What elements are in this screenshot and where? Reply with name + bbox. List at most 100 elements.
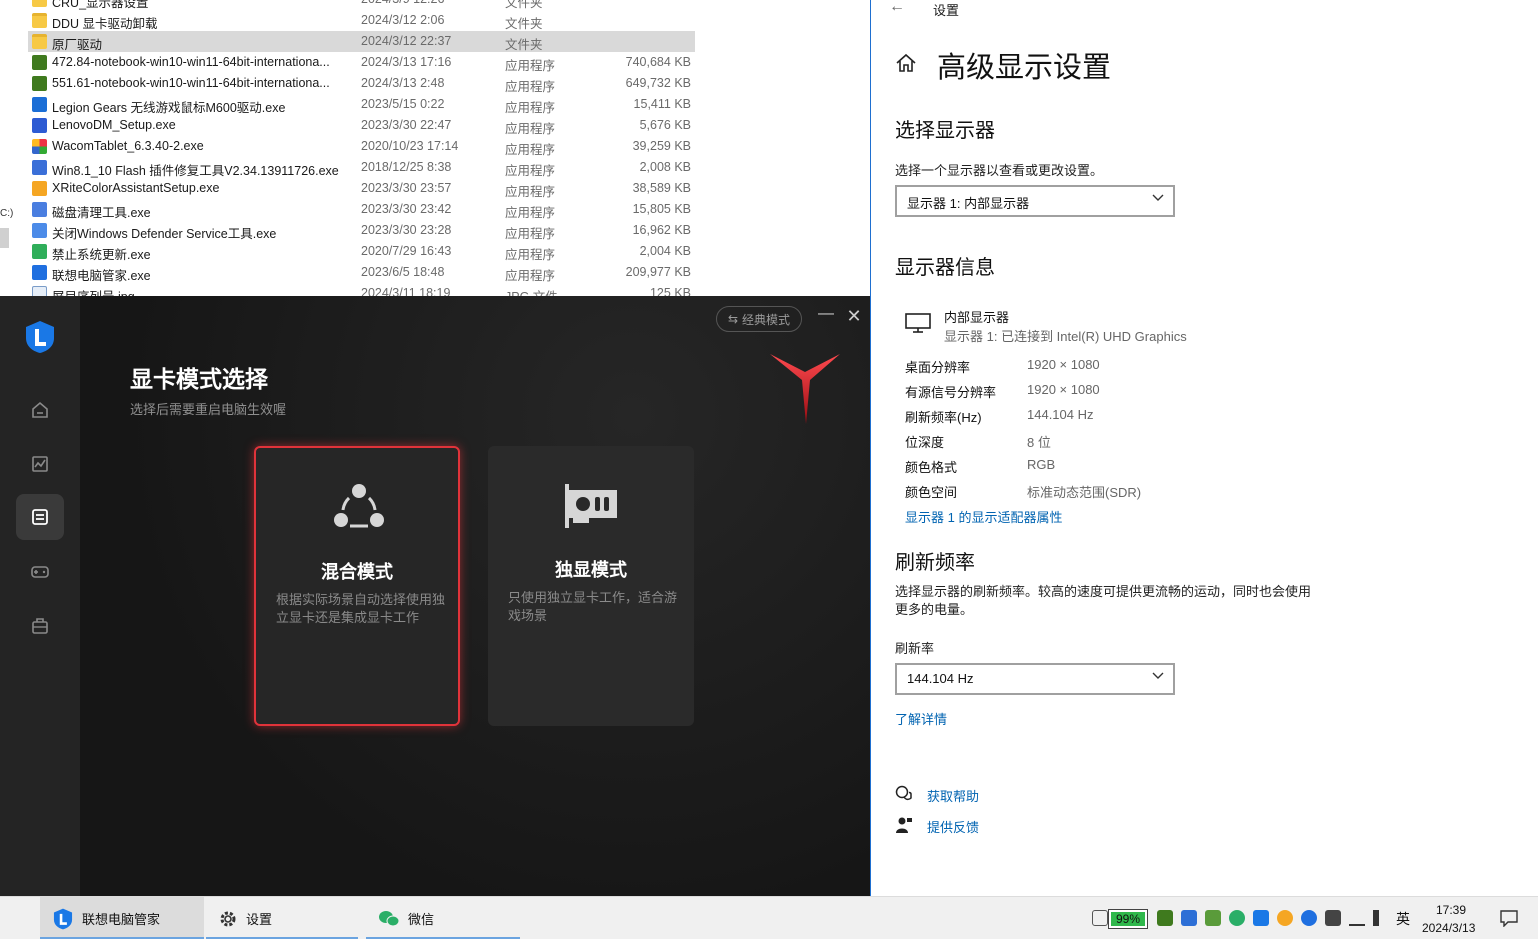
adapter-properties-link[interactable]: 显示器 1 的显示适配器属性 bbox=[905, 507, 1062, 526]
battery-tray-icon[interactable] bbox=[1325, 910, 1341, 926]
back-button[interactable]: ← bbox=[889, 0, 905, 16]
update-block-icon bbox=[32, 244, 47, 259]
file-row[interactable]: 472.84-notebook-win10-win11-64bit-intern… bbox=[28, 52, 695, 73]
help-chat-icon bbox=[895, 785, 912, 801]
monitor-tray-icon[interactable] bbox=[1205, 910, 1221, 926]
chevron-down-icon bbox=[1152, 672, 1164, 679]
settings-app-title: 设置 bbox=[933, 3, 960, 18]
file-type: 应用程序 bbox=[505, 101, 556, 115]
lenovo-manager-icon bbox=[53, 908, 73, 929]
file-row[interactable]: Win8.1_10 Flash 插件修复工具V2.34.13911726.exe… bbox=[28, 157, 695, 178]
clock-date[interactable]: 2024/3/13 bbox=[1422, 921, 1475, 935]
nav-pane-scrollbar[interactable] bbox=[0, 228, 9, 248]
display-info-heading: 显示器信息 bbox=[895, 257, 995, 279]
gamepad-icon bbox=[31, 566, 49, 578]
wifi-icon[interactable] bbox=[1349, 910, 1365, 926]
wechat-tray-icon[interactable] bbox=[1229, 910, 1245, 926]
file-name: DDU 显卡驱动卸载 bbox=[52, 17, 158, 31]
home-icon[interactable] bbox=[895, 52, 917, 74]
info-label: 位深度 bbox=[905, 435, 945, 450]
nvidia-tray-icon[interactable] bbox=[1157, 910, 1173, 926]
get-help-link[interactable]: 获取帮助 bbox=[927, 786, 979, 805]
lenovo-tray-icon[interactable] bbox=[1253, 910, 1269, 926]
file-row[interactable]: CRU_显示器设置2024/3/9 12:26文件夹 bbox=[28, 0, 695, 10]
taskbar-item-label: 微信 bbox=[408, 912, 435, 927]
volume-icon[interactable] bbox=[1373, 910, 1389, 926]
battery-indicator[interactable]: 99% bbox=[1108, 909, 1148, 929]
file-row[interactable]: LenovoDM_Setup.exe 2023/3/30 22:47 应用程序 5,6… bbox=[28, 115, 695, 136]
file-row[interactable]: 屏目序列号.jpg 2024/3/11 18:19 JPG 文件 125 KB bbox=[28, 283, 695, 296]
file-date: 2024/3/9 12:26 bbox=[361, 0, 444, 6]
legion-logo-icon bbox=[770, 354, 840, 424]
file-date: 2024/3/13 2:48 bbox=[361, 76, 445, 90]
folder-icon bbox=[32, 13, 47, 28]
feedback-icon bbox=[896, 817, 912, 833]
close-button[interactable]: ✕ bbox=[844, 306, 864, 326]
nvidia-icon bbox=[32, 76, 47, 91]
file-name: WacomTablet_6.3.40-2.exe bbox=[52, 139, 204, 153]
file-size: 5,676 KB bbox=[639, 118, 691, 132]
hybrid-mode-card[interactable]: 混合模式 根据实际场景自动选择使用独立显卡还是集成显卡工作 bbox=[254, 446, 460, 726]
file-size: 38,589 KB bbox=[632, 181, 691, 195]
info-value: RGB bbox=[1027, 457, 1056, 472]
file-name: 原厂驱动 bbox=[52, 38, 103, 52]
file-date: 2023/3/30 23:28 bbox=[361, 223, 452, 237]
sidebar-toolbox-button[interactable] bbox=[16, 603, 64, 649]
page-title: 高级显示设置 bbox=[937, 52, 1112, 84]
chevron-down-icon bbox=[1152, 194, 1164, 201]
file-name: XRiteColorAssistantSetup.exe bbox=[52, 181, 220, 195]
switch-icon: ⇆ bbox=[727, 312, 739, 326]
file-row[interactable]: 关闭Windows Defender Service工具.exe 2023/3/3… bbox=[28, 220, 695, 241]
file-row[interactable]: 联想电脑管家.exe 2023/6/5 18:48 应用程序 209,977 KB bbox=[28, 262, 695, 283]
info-value: 8 位 bbox=[1027, 435, 1051, 450]
file-type: 应用程序 bbox=[505, 80, 556, 94]
sidebar-hardware-button[interactable] bbox=[16, 494, 64, 540]
minimize-button[interactable]: — bbox=[816, 306, 836, 326]
discrete-mode-desc: 只使用独立显卡工作，适合游戏场景 bbox=[508, 590, 678, 623]
discrete-mode-card[interactable]: 独显模式 只使用独立显卡工作，适合游戏场景 bbox=[488, 446, 694, 726]
sidebar-home-button[interactable] bbox=[16, 387, 64, 433]
file-size: 15,411 KB bbox=[633, 97, 691, 111]
file-row[interactable]: 原厂驱动 2024/3/12 22:37 文件夹 bbox=[28, 31, 695, 52]
file-explorer-window: C:) CRU_显示器设置2024/3/9 12:26文件夹DDU 显卡驱动卸载… bbox=[0, 0, 870, 296]
refresh-rate-label: 刷新率 bbox=[895, 641, 935, 656]
file-name: 磁盘清理工具.exe bbox=[52, 206, 151, 220]
taskbar: 联想电脑管家 设置 微信 bbox=[0, 896, 1538, 939]
file-size: 16,962 KB bbox=[632, 223, 691, 237]
power-plug-icon[interactable] bbox=[1092, 910, 1108, 926]
bluetooth-icon[interactable] bbox=[1301, 910, 1317, 926]
taskbar-lenovo-manager[interactable]: 联想电脑管家 bbox=[40, 897, 204, 939]
wacom-icon bbox=[32, 139, 47, 154]
clock-time[interactable]: 17:39 bbox=[1436, 903, 1466, 917]
xrite-tray-icon[interactable] bbox=[1277, 910, 1293, 926]
file-date: 2020/7/29 16:43 bbox=[361, 244, 452, 258]
file-row[interactable]: Legion Gears 无线游戏鼠标M600驱动.exe 2023/5/15 0… bbox=[28, 94, 695, 115]
file-row[interactable]: 磁盘清理工具.exe 2023/3/30 23:42 应用程序 15,805 KB bbox=[28, 199, 695, 220]
file-date: 2023/6/5 18:48 bbox=[361, 265, 445, 279]
file-type: 应用程序 bbox=[505, 248, 556, 262]
file-date: 2024/3/13 17:16 bbox=[361, 55, 452, 69]
sidebar-game-button[interactable] bbox=[16, 549, 64, 595]
app-tray-icon[interactable] bbox=[1181, 910, 1197, 926]
file-row[interactable]: 禁止系统更新.exe 2020/7/29 16:43 应用程序 2,004 KB bbox=[28, 241, 695, 262]
feedback-link[interactable]: 提供反馈 bbox=[927, 817, 979, 836]
taskbar-settings[interactable]: 设置 bbox=[206, 897, 358, 939]
file-row[interactable]: XRiteColorAssistantSetup.exe 2023/3/30 23… bbox=[28, 178, 695, 199]
input-method-indicator[interactable]: 英 bbox=[1396, 909, 1410, 929]
file-row[interactable]: DDU 显卡驱动卸载 2024/3/12 2:06 文件夹 bbox=[28, 10, 695, 31]
notification-icon[interactable] bbox=[1500, 909, 1518, 927]
file-row[interactable]: 551.61-notebook-win10-win11-64bit-intern… bbox=[28, 73, 695, 94]
learn-more-link[interactable]: 了解详情 bbox=[895, 709, 947, 728]
file-type: 应用程序 bbox=[505, 206, 556, 220]
sidebar-performance-button[interactable] bbox=[16, 441, 64, 487]
file-row[interactable]: WacomTablet_6.3.40-2.exe 2020/10/23 17:14… bbox=[28, 136, 695, 157]
display-select-dropdown[interactable]: 显示器 1: 内部显示器 bbox=[895, 185, 1175, 217]
file-date: 2023/3/30 22:47 bbox=[361, 118, 452, 132]
refresh-rate-dropdown[interactable]: 144.104 Hz bbox=[895, 663, 1175, 695]
xrite-icon bbox=[32, 181, 47, 196]
display-select-value: 显示器 1: 内部显示器 bbox=[907, 196, 1030, 211]
home-icon bbox=[32, 401, 48, 418]
classic-mode-button[interactable]: ⇆ 经典模式 bbox=[716, 306, 802, 332]
taskbar-wechat[interactable]: 微信 bbox=[366, 897, 520, 939]
file-size: 39,259 KB bbox=[632, 139, 691, 153]
